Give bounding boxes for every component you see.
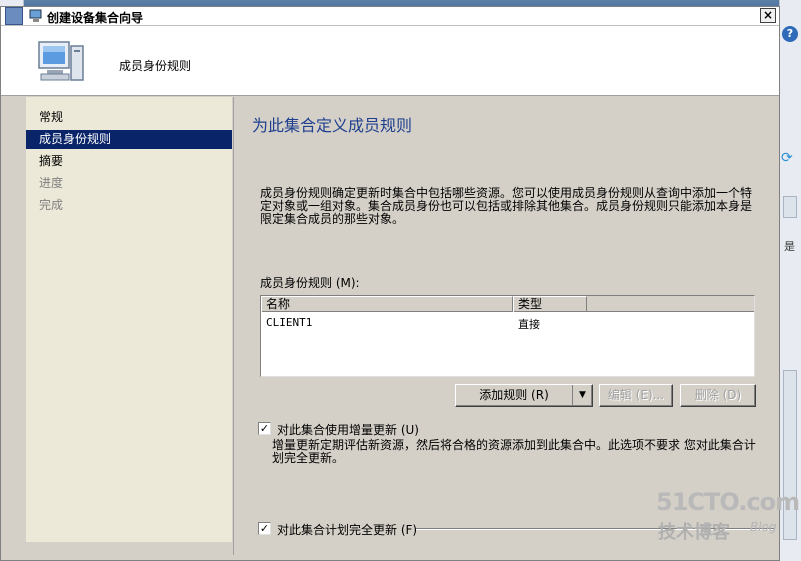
incremental-update-checkbox[interactable]: ✓ — [258, 422, 271, 435]
nav-item-completion: 完成 — [39, 198, 64, 212]
edit-button[interactable]: 编辑 (E)... — [599, 384, 673, 407]
wizard-dialog: 创建设备集合向导 × 成员身份规则 常规 成员身份规则 摘要 进度 完成 为此集… — [0, 6, 780, 561]
wizard-icon — [29, 9, 42, 22]
step-heading: 成员身份规则 — [119, 59, 192, 73]
computer-icon — [38, 41, 84, 81]
full-update-label[interactable]: 对此集合计划完全更新 (F) — [277, 521, 417, 538]
background-text-fragment: 是 — [784, 240, 795, 253]
background-scrollbar-button[interactable] — [783, 196, 797, 218]
wizard-content: 为此集合定义成员规则 成员身份规则确定更新时集合中包括哪些资源。您可以使用成员身… — [233, 97, 779, 555]
nav-item-membership-rules[interactable]: 成员身份规则 — [26, 130, 232, 149]
nav-item-summary[interactable]: 摘要 — [26, 152, 232, 171]
rules-list-label: 成员身份规则 (M): — [260, 276, 360, 290]
row-type: 直接 — [518, 318, 540, 331]
watermark-blog: Blog — [750, 520, 777, 534]
description-text: 成员身份规则确定更新时集合中包括哪些资源。您可以使用成员身份规则从查询中添加一个… — [260, 186, 753, 226]
title-bar[interactable]: 创建设备集合向导 × — [1, 7, 779, 26]
add-rule-button[interactable]: 添加规则 (R) ▼ — [455, 384, 593, 407]
membership-rules-list[interactable]: 名称 类型 CLIENT1 直接 — [260, 295, 755, 377]
incremental-update-hint: 增量更新定期评估新资源，然后将合格的资源添加到此集合中。此选项不要求 您对此集合… — [272, 438, 756, 465]
system-menu-icon[interactable] — [5, 7, 23, 25]
column-header-name[interactable]: 名称 — [261, 296, 513, 312]
full-update-checkbox[interactable]: ✓ — [258, 522, 271, 535]
refresh-icon[interactable]: ⟳ — [781, 150, 793, 166]
watermark: 51CTO.com 技术博客 Blog — [656, 488, 800, 548]
help-icon[interactable]: ? — [782, 26, 798, 42]
watermark-main: 51CTO.com — [656, 488, 800, 516]
nav-item-general[interactable]: 常规 — [26, 108, 232, 127]
wizard-header: 成员身份规则 — [1, 26, 779, 96]
list-header: 名称 类型 — [261, 296, 754, 312]
add-rule-label: 添加规则 (R) — [479, 388, 549, 402]
close-button[interactable]: × — [760, 8, 776, 23]
window-title: 创建设备集合向导 — [47, 11, 144, 25]
page-title: 为此集合定义成员规则 — [252, 116, 413, 135]
delete-button[interactable]: 删除 (D) — [680, 384, 756, 407]
wizard-step-nav: 常规 成员身份规则 摘要 进度 完成 — [26, 97, 232, 542]
nav-item-progress: 进度 — [39, 176, 64, 190]
incremental-update-label[interactable]: 对此集合使用增量更新 (U) — [277, 421, 419, 438]
column-header-type[interactable]: 类型 — [513, 296, 587, 312]
watermark-sub: 技术博客 — [658, 522, 730, 543]
row-name: CLIENT1 — [266, 316, 313, 329]
chevron-down-icon[interactable]: ▼ — [572, 385, 592, 406]
